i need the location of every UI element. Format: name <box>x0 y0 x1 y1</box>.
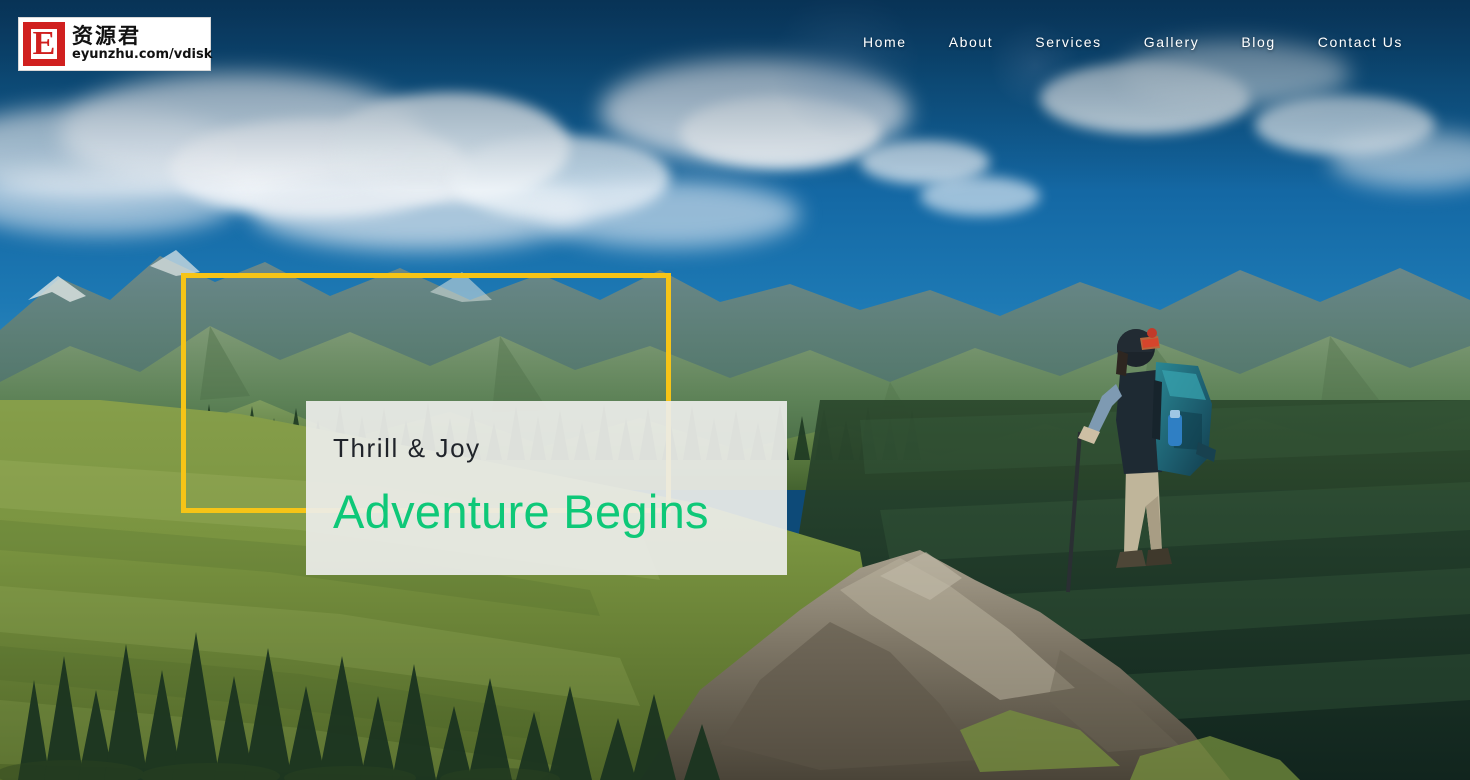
hero-banner: Thrill & Joy Adventure Begins E 资源君 eyun… <box>0 0 1470 780</box>
nav-item-about[interactable]: About <box>928 28 1015 56</box>
nav-item-gallery[interactable]: Gallery <box>1123 28 1221 56</box>
main-navigation: Home About Services Gallery Blog Contact… <box>842 28 1424 56</box>
treeline-foreground-left <box>0 632 720 780</box>
logo-mark-icon: E <box>23 22 65 66</box>
trekking-pole-icon <box>1066 431 1082 593</box>
nav-item-home[interactable]: Home <box>842 28 928 56</box>
logo-url: eyunzhu.com/vdisk <box>72 47 213 63</box>
nav-item-contact-us[interactable]: Contact Us <box>1297 28 1424 56</box>
hero-caption-card: Thrill & Joy Adventure Begins <box>306 401 787 575</box>
nav-item-blog[interactable]: Blog <box>1220 28 1296 56</box>
hero-headline: Adventure Begins <box>333 485 709 538</box>
logo-text-block: 资源君 eyunzhu.com/vdisk <box>72 25 212 62</box>
nav-item-services[interactable]: Services <box>1014 28 1122 56</box>
site-header: E 资源君 eyunzhu.com/vdisk Home About Servi… <box>0 0 1470 86</box>
hiker-figure <box>1066 328 1216 593</box>
logo-brand-cn: 资源君 <box>72 24 141 49</box>
logo-letter: E <box>31 25 57 62</box>
hero-kicker: Thrill & Joy <box>333 433 481 463</box>
site-logo-watermark[interactable]: E 资源君 eyunzhu.com/vdisk <box>18 17 212 71</box>
